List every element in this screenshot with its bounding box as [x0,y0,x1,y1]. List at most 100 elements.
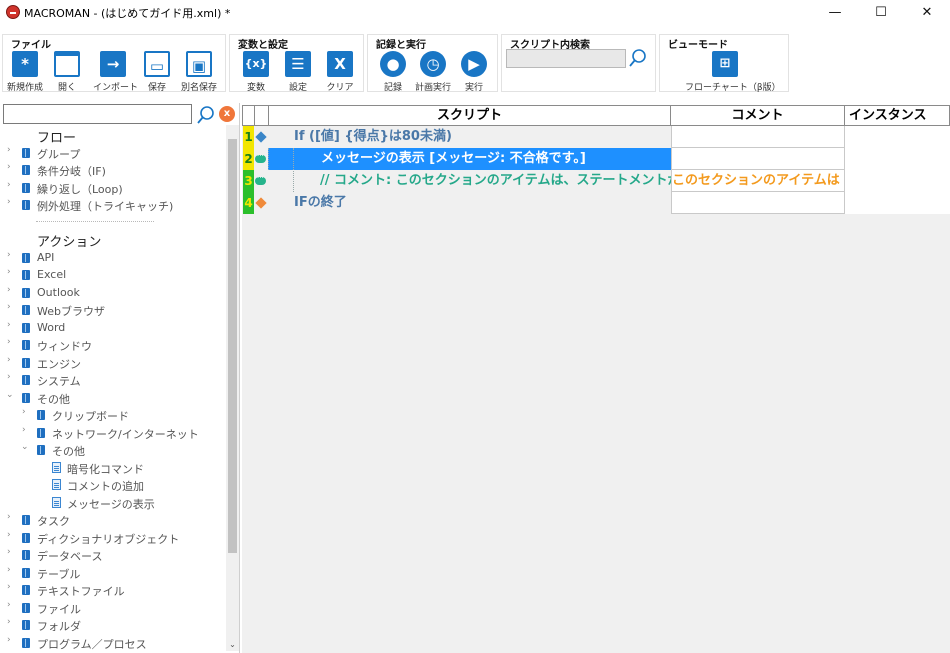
tree-item-clipboard[interactable]: › クリップボード [0,406,226,423]
tree-item-network[interactable]: › ネットワーク/インターネット [0,424,226,441]
chevron-right-icon[interactable]: › [7,180,17,190]
new-button[interactable]: * 新規作成 [5,51,45,93]
search-icon[interactable] [628,48,648,68]
instance-cell[interactable] [845,192,950,214]
close-button[interactable]: ✕ [904,0,950,26]
instance-cell[interactable] [845,148,950,170]
instance-cell[interactable] [845,126,950,148]
comment-cell[interactable] [671,148,845,170]
tree-item-if[interactable]: › 条件分岐（IF) [0,161,226,178]
tree-search-icon[interactable] [196,105,216,125]
schedule-button[interactable]: ◷ 計画実行 [413,51,453,93]
variables-button[interactable]: {x} 変数 [236,51,276,93]
script-row[interactable]: 4 IFの終了 [242,192,950,214]
book-icon [22,253,30,263]
chevron-right-icon[interactable]: › [7,372,17,382]
chevron-right-icon[interactable]: › [7,250,17,260]
tree-item-other[interactable]: ⌄ その他 [0,389,226,406]
chevron-right-icon[interactable]: › [7,530,17,540]
script-row-selected[interactable]: 2 メッセージの表示 [メッセージ: 不合格です。] [242,148,950,170]
book-icon [22,200,30,210]
tree-item-add-comment[interactable]: コメントの追加 [0,476,226,493]
comment-cell[interactable] [671,126,845,148]
import-button[interactable]: → インポート [93,51,138,93]
comment-cell[interactable] [671,192,845,214]
script-search-input[interactable] [506,49,626,68]
script-cell[interactable]: If ([値] {得点}は80未満) [268,126,671,148]
tree-clear-button[interactable]: x [219,106,235,122]
title-bar: MACROMAN - (はじめてガイド用.xml) * — ☐ ✕ [0,0,950,26]
chevron-right-icon[interactable]: › [7,355,17,365]
comment-cell[interactable]: このセクションのアイテムは [671,170,845,192]
chevron-right-icon[interactable]: › [22,407,32,417]
instance-column-header[interactable]: インスタンス [845,105,950,126]
tree-item-try-catch[interactable]: › 例外処理（トライキャッチ) [0,196,226,213]
save-button[interactable]: ▭ 保存 [137,51,177,93]
chevron-right-icon[interactable]: › [7,162,17,172]
chevron-right-icon[interactable]: › [7,512,17,522]
tree-item-excel[interactable]: › Excel [0,266,226,283]
tree-item-encrypt[interactable]: 暗号化コマンド [0,459,226,476]
tree-item-loop[interactable]: › 繰り返し（Loop) [0,179,226,196]
scroll-down-arrow-icon[interactable]: ⌄ [226,638,239,651]
command-doc-icon [52,479,61,490]
tree-item-text-file[interactable]: › テキストファイル [0,581,226,598]
script-column-header[interactable]: スクリプト [268,105,671,126]
chevron-right-icon[interactable]: › [7,635,17,645]
tree-item-window[interactable]: › ウィンドウ [0,336,226,353]
chevron-right-icon[interactable]: › [7,197,17,207]
tree-item-label: API [37,251,55,264]
tree-item-dictionary[interactable]: › ディクショナリオブジェクト [0,529,226,546]
chevron-down-icon[interactable]: ⌄ [6,390,16,400]
tree-item-file[interactable]: › ファイル [0,599,226,616]
chevron-right-icon[interactable]: › [7,617,17,627]
save-as-button[interactable]: ▣ 別名保存 [179,51,219,93]
chevron-right-icon[interactable]: › [7,600,17,610]
flowchart-button[interactable]: ⊞ フローチャート（β版） [685,51,781,93]
maximize-button[interactable]: ☐ [858,0,904,26]
script-row[interactable]: 3 // コメント: このセクションのアイテムは、ステートメントが このセクショ… [242,170,950,192]
settings-button[interactable]: ☰ 設定 [278,51,318,93]
tree-item-word[interactable]: › Word [0,319,226,336]
action-heading: アクション [37,235,102,250]
tree-item-outlook[interactable]: › Outlook [0,284,226,301]
tree-item-task[interactable]: › タスク [0,511,226,528]
scrollbar-thumb[interactable] [228,139,237,553]
chevron-right-icon[interactable]: › [7,565,17,575]
tree-scrollbar[interactable]: ⌄ [226,125,239,651]
script-cell[interactable]: IFの終了 [268,192,671,214]
script-cell[interactable]: メッセージの表示 [メッセージ: 不合格です。] [268,148,671,170]
chevron-right-icon[interactable]: › [7,285,17,295]
tree-item-other-sub[interactable]: ⌄ その他 [0,441,226,458]
chevron-right-icon[interactable]: › [7,582,17,592]
tree-item-web-browser[interactable]: › Webブラウザ [0,301,226,318]
tree-item-folder[interactable]: › フォルダ [0,616,226,633]
chevron-right-icon[interactable]: › [7,145,17,155]
tree-item-engine[interactable]: › エンジン [0,354,226,371]
chevron-right-icon[interactable]: › [7,267,17,277]
chevron-right-icon[interactable]: › [22,425,32,435]
tree-item-show-message[interactable]: メッセージの表示 [0,494,226,511]
run-button[interactable]: ▶ 実行 [454,51,494,93]
open-button[interactable]: 開く [47,51,87,93]
chevron-down-icon[interactable]: ⌄ [21,442,31,452]
chevron-right-icon[interactable]: › [7,320,17,330]
instance-cell[interactable] [845,170,950,192]
tree-item-api[interactable]: › API [0,249,226,266]
chevron-right-icon[interactable]: › [7,547,17,557]
comment-column-header[interactable]: コメント [671,105,845,126]
minimize-button[interactable]: — [812,0,858,26]
tree-item-group[interactable]: › グループ [0,144,226,161]
tree-item-program-process[interactable]: › プログラム／プロセス [0,634,226,651]
chevron-right-icon[interactable]: › [7,302,17,312]
tree-item-system[interactable]: › システム [0,371,226,388]
tree-item-table[interactable]: › テーブル [0,564,226,581]
tree-item-database[interactable]: › データベース [0,546,226,563]
script-row[interactable]: 1 If ([値] {得点}は80未満) [242,126,950,148]
tree-item-label: Word [37,321,66,334]
tree-search-input[interactable] [3,104,192,124]
chevron-right-icon[interactable]: › [7,337,17,347]
record-button[interactable]: ● 記録 [373,51,413,93]
script-cell[interactable]: // コメント: このセクションのアイテムは、ステートメントが [268,170,671,192]
clear-button[interactable]: X クリア [320,51,360,93]
